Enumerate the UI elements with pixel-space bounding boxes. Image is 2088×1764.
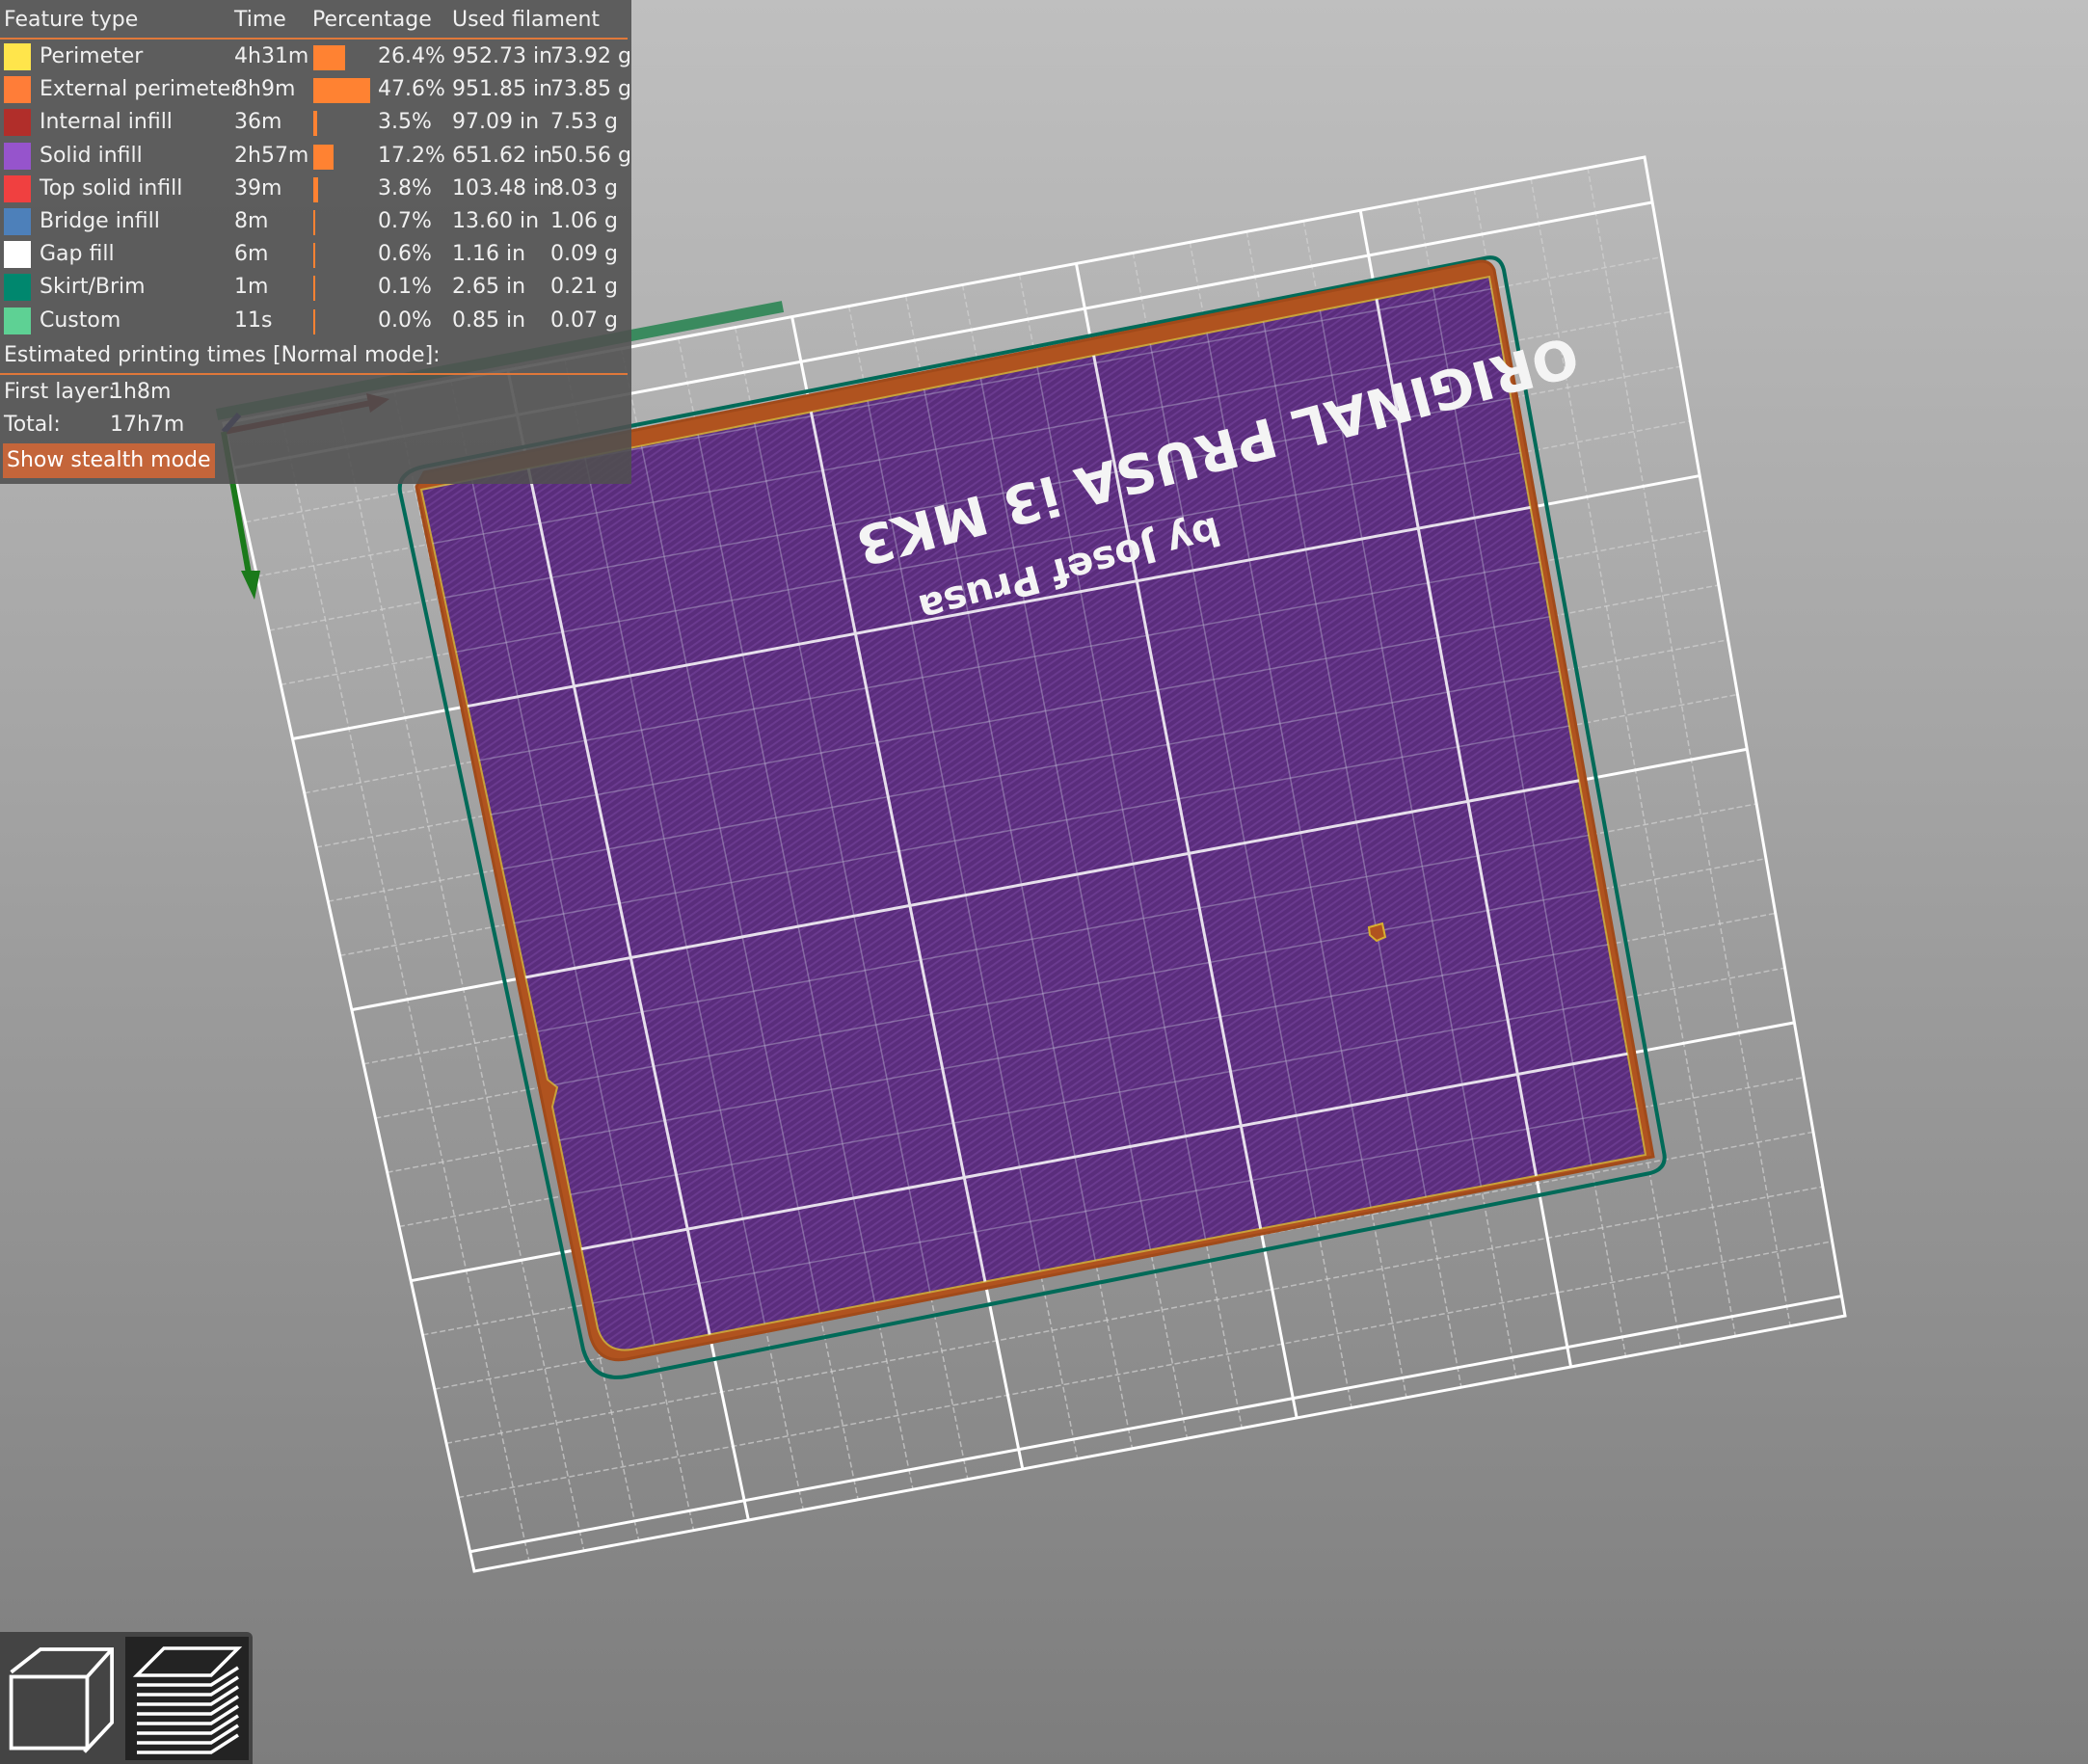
feature-name: Perimeter (40, 44, 144, 68)
percentage-bar (313, 111, 318, 137)
feature-length: 103.48 in (452, 175, 553, 200)
feature-weight: 7.53 g (550, 110, 618, 135)
percentage-bar (313, 243, 315, 269)
preview-layers-button[interactable] (125, 1637, 249, 1760)
legend-row: External perimeter 8h9m 47.6% 951.85 in 73.8… (0, 74, 631, 107)
legend-row: Gap fill 6m 0.6% 1.16 in 0.09 g (0, 239, 631, 272)
feature-time: 8m (234, 209, 269, 233)
color-swatch (4, 174, 31, 202)
header-used-filament: Used filament (452, 8, 601, 32)
feature-length: 651.62 in (452, 143, 553, 168)
feature-percentage: 3.8% (378, 175, 432, 200)
color-swatch (4, 109, 31, 137)
percentage-bar (313, 144, 335, 170)
feature-time: 1m (234, 275, 269, 300)
feature-name: Solid infill (40, 143, 143, 168)
feature-weight: 0.21 g (550, 275, 618, 300)
layers-icon (132, 1646, 243, 1754)
y-axis-arrowhead (241, 571, 260, 600)
header-percentage: Percentage (312, 8, 432, 32)
feature-percentage: 26.4% (378, 44, 445, 68)
feature-name: Bridge infill (40, 209, 160, 233)
percentage-bar (313, 210, 315, 235)
total-label: Total: (4, 413, 61, 437)
color-swatch (4, 208, 31, 235)
feature-weight: 0.09 g (550, 242, 618, 267)
percentage-bar (313, 45, 345, 70)
feature-time: 36m (234, 110, 282, 135)
feature-weight: 1.06 g (550, 209, 618, 233)
cube-icon (9, 1647, 115, 1753)
feature-percentage: 0.7% (378, 209, 432, 233)
estimated-separator (0, 373, 628, 375)
legend-row: Perimeter 4h31m 26.4% 952.73 in 73.92 g (0, 41, 631, 74)
feature-time: 39m (234, 175, 282, 200)
feature-percentage: 0.0% (378, 307, 432, 333)
feature-weight: 50.56 g (550, 143, 631, 168)
legend-row: Custom 11s 0.0% 0.85 in 0.07 g (0, 306, 631, 338)
feature-name: Internal infill (40, 110, 173, 135)
feature-time: 4h31m (234, 44, 309, 68)
3d-view-button[interactable] (4, 1637, 127, 1760)
feature-name: Top solid infill (40, 175, 183, 200)
feature-time: 11s (234, 307, 273, 333)
first-layer-value: 1h8m (110, 380, 172, 404)
feature-length: 2.65 in (452, 275, 526, 300)
color-swatch (4, 241, 31, 269)
feature-length: 97.09 in (452, 110, 540, 135)
legend-separator (0, 38, 628, 40)
header-feature-type: Feature type (4, 8, 139, 32)
feature-name: Gap fill (40, 242, 115, 267)
feature-length: 13.60 in (452, 209, 540, 233)
color-swatch (4, 43, 31, 70)
feature-time: 8h9m (234, 77, 296, 102)
legend-panel: Feature type Time Percentage Used filame… (0, 0, 631, 484)
legend-header: Feature type Time Percentage Used filame… (4, 8, 631, 37)
percentage-bar (313, 78, 370, 104)
estimated-times-title: Estimated printing times [Normal mode]: (4, 343, 441, 367)
percentage-bar (313, 176, 318, 202)
feature-time: 2h57m (234, 143, 309, 168)
total-value: 17h7m (110, 413, 185, 437)
legend-row: Bridge infill 8m 0.7% 13.60 in 1.06 g (0, 206, 631, 239)
percentage-bar (313, 276, 315, 302)
feature-length: 0.85 in (452, 307, 526, 333)
color-swatch (4, 76, 31, 104)
feature-weight: 0.07 g (550, 307, 618, 333)
feature-length: 1.16 in (452, 242, 526, 267)
feature-name: Skirt/Brim (40, 275, 146, 300)
feature-percentage: 47.6% (378, 77, 445, 102)
feature-percentage: 17.2% (378, 143, 445, 168)
header-time: Time (234, 8, 286, 32)
feature-percentage: 3.5% (378, 110, 432, 135)
first-layer-label: First layer: (4, 380, 116, 404)
feature-time: 6m (234, 242, 269, 267)
legend-row: Solid infill 2h57m 17.2% 651.62 in 50.56 g (0, 141, 631, 174)
feature-weight: 73.92 g (550, 44, 631, 68)
show-stealth-mode-button[interactable]: Show stealth mode (3, 443, 215, 478)
percentage-bar (313, 308, 315, 334)
legend-row: Skirt/Brim 1m 0.1% 2.65 in 0.21 g (0, 272, 631, 305)
feature-weight: 8.03 g (550, 175, 618, 200)
view-toggle-bar (0, 1632, 253, 1764)
feature-length: 951.85 in (452, 77, 553, 102)
feature-percentage: 0.1% (378, 275, 432, 300)
feature-name: External perimeter (40, 77, 240, 102)
legend-row: Top solid infill 39m 3.8% 103.48 in 8.03 g (0, 174, 631, 206)
color-swatch (4, 307, 31, 334)
feature-length: 952.73 in (452, 44, 553, 68)
feature-name: Custom (40, 307, 121, 333)
color-swatch (4, 142, 31, 170)
feature-weight: 73.85 g (550, 77, 631, 102)
color-swatch (4, 274, 31, 302)
legend-row: Internal infill 36m 3.5% 97.09 in 7.53 g (0, 107, 631, 140)
feature-percentage: 0.6% (378, 242, 432, 267)
